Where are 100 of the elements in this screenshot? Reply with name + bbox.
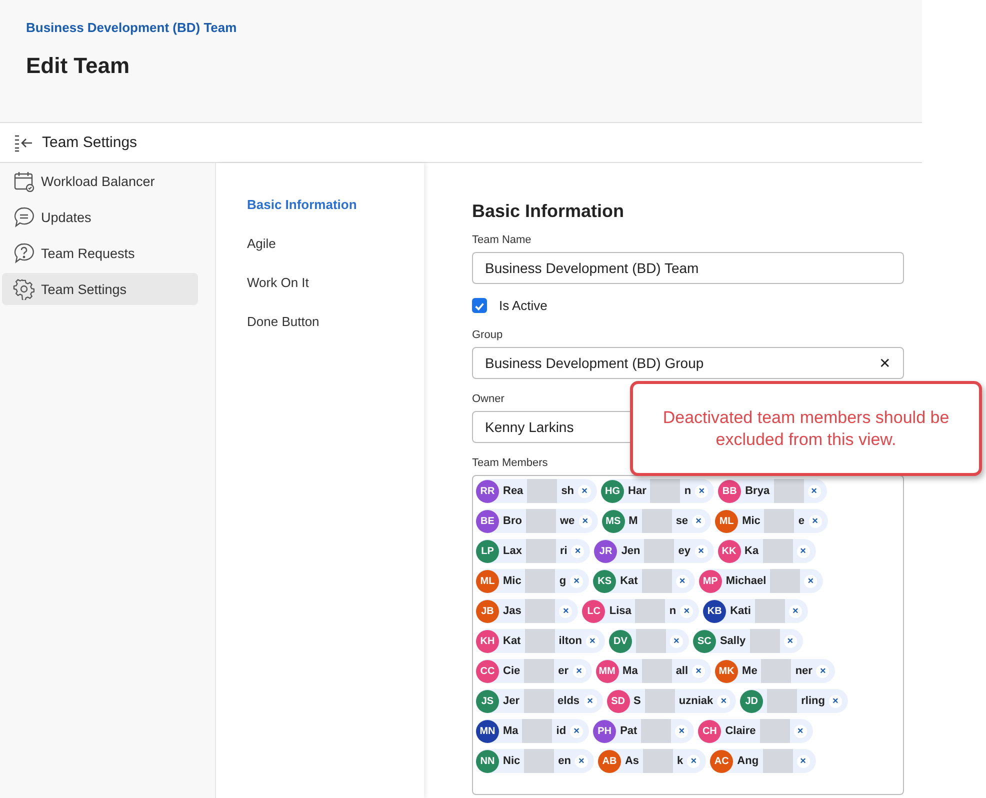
sidebar-item[interactable]: Updates: [2, 201, 198, 233]
field-label: Owner: [472, 393, 506, 405]
avatar: BE: [476, 510, 499, 532]
avatar: JS: [476, 690, 499, 712]
remove-button[interactable]: ×: [692, 664, 706, 678]
redaction-blur: [642, 509, 672, 533]
remove-button[interactable]: ×: [676, 574, 689, 588]
avatar: AC: [710, 750, 734, 772]
remove-button[interactable]: ×: [578, 484, 592, 498]
section-link[interactable]: Agile: [247, 236, 424, 251]
member-name: n: [684, 485, 692, 497]
member-name: As: [624, 755, 640, 767]
member-name: sh: [561, 485, 574, 497]
remove-button[interactable]: ×: [572, 664, 586, 678]
collapse-icon[interactable]: [14, 134, 34, 152]
avatar: AB: [598, 750, 621, 772]
avatar: CH: [698, 720, 722, 742]
remove-button[interactable]: ×: [680, 604, 694, 618]
sidebar-item[interactable]: Team Settings: [2, 273, 198, 305]
redaction-blur: [770, 569, 800, 593]
sidebar-item[interactable]: Workload Balancer: [2, 165, 198, 197]
remove-button[interactable]: ×: [694, 544, 708, 558]
remove-button[interactable]: ×: [584, 694, 597, 708]
member-name: Rea: [503, 485, 524, 497]
member-name: M: [628, 515, 638, 527]
member-name: Me: [742, 665, 758, 677]
member-name: Jen: [621, 545, 640, 557]
breadcrumb-link[interactable]: Business Development (BD) Team: [26, 20, 896, 35]
group-field[interactable]: Business Development (BD) Group ✕: [472, 347, 904, 379]
remove-button[interactable]: ×: [816, 664, 830, 678]
remove-button[interactable]: ×: [808, 514, 822, 528]
avatar: KB: [703, 600, 726, 622]
avatar: MS: [602, 510, 625, 532]
member-name: g: [559, 575, 566, 587]
redaction-blur: [644, 689, 675, 713]
remove-button[interactable]: ×: [559, 604, 572, 618]
remove-button[interactable]: ×: [692, 514, 706, 528]
remove-button[interactable]: ×: [571, 544, 584, 558]
redaction-blur: [764, 509, 794, 533]
member-name: Michael: [726, 575, 766, 587]
avatar: NN: [476, 750, 499, 772]
remove-button[interactable]: ×: [808, 484, 821, 498]
member-name: id: [556, 725, 566, 737]
section-link[interactable]: Basic Information: [247, 197, 424, 212]
sidebar-item[interactable]: Team Requests: [2, 237, 198, 269]
remove-button[interactable]: ×: [796, 544, 810, 558]
member-name: Kati: [730, 605, 751, 617]
field-label: Team Members: [472, 457, 549, 469]
avatar: DV: [608, 630, 632, 652]
redaction-blur: [636, 629, 666, 653]
avatar: LP: [476, 540, 499, 562]
checkbox[interactable]: [472, 298, 487, 313]
member-name: Mic: [503, 575, 522, 587]
remove-button[interactable]: ×: [794, 724, 807, 738]
callout-text: Deactivated team members should be excluded from this view.: [662, 406, 950, 450]
member-name: all: [676, 665, 688, 677]
remove-button[interactable]: ×: [675, 724, 688, 738]
remove-button[interactable]: ×: [586, 634, 599, 648]
redaction-blur: [761, 659, 792, 683]
remove-button[interactable]: ×: [788, 604, 802, 618]
checkbox-label: Is Active: [499, 298, 548, 313]
redaction-blur: [641, 719, 672, 743]
remove-button[interactable]: ×: [784, 634, 797, 648]
member-name: Bro: [503, 515, 522, 527]
avatar: SD: [606, 690, 630, 712]
remove-button[interactable]: ×: [574, 754, 588, 768]
avatar: MK: [715, 660, 738, 682]
remove-button[interactable]: ×: [804, 574, 818, 588]
member-name: we: [560, 515, 575, 527]
remove-button[interactable]: ×: [670, 634, 683, 648]
remove-button[interactable]: ×: [828, 694, 842, 708]
team-name-field[interactable]: Business Development (BD) Team: [472, 252, 904, 284]
member-name: ner: [795, 665, 812, 677]
redaction-blur: [767, 689, 798, 713]
section-link[interactable]: Done Button: [247, 314, 424, 329]
chat-icon: [13, 206, 35, 228]
clear-button[interactable]: ✕: [879, 355, 891, 371]
redaction-blur: [643, 749, 674, 773]
remove-button[interactable]: ×: [796, 754, 810, 768]
avatar: JB: [476, 600, 499, 622]
avatar: JR: [594, 540, 618, 562]
remove-button[interactable]: ×: [717, 694, 730, 708]
member-name: ilton: [558, 635, 582, 647]
avatar: RR: [476, 480, 499, 502]
member-name: Kat: [620, 575, 638, 587]
remove-button[interactable]: ×: [578, 514, 592, 528]
member-name: Mic: [742, 515, 760, 527]
section-link[interactable]: Work On It: [247, 275, 424, 290]
member-name: rling: [801, 695, 825, 707]
member-name: uzniak: [678, 695, 714, 707]
avatar: ML: [476, 570, 499, 592]
member-name: Claire: [725, 725, 756, 737]
remove-button[interactable]: ×: [695, 484, 708, 498]
avatar: KH: [476, 630, 499, 652]
redaction-blur: [526, 509, 556, 533]
remove-button[interactable]: ×: [570, 574, 584, 588]
avatar: KK: [718, 540, 741, 562]
remove-button[interactable]: ×: [687, 754, 700, 768]
members-field[interactable]: [472, 475, 904, 795]
remove-button[interactable]: ×: [570, 724, 584, 738]
